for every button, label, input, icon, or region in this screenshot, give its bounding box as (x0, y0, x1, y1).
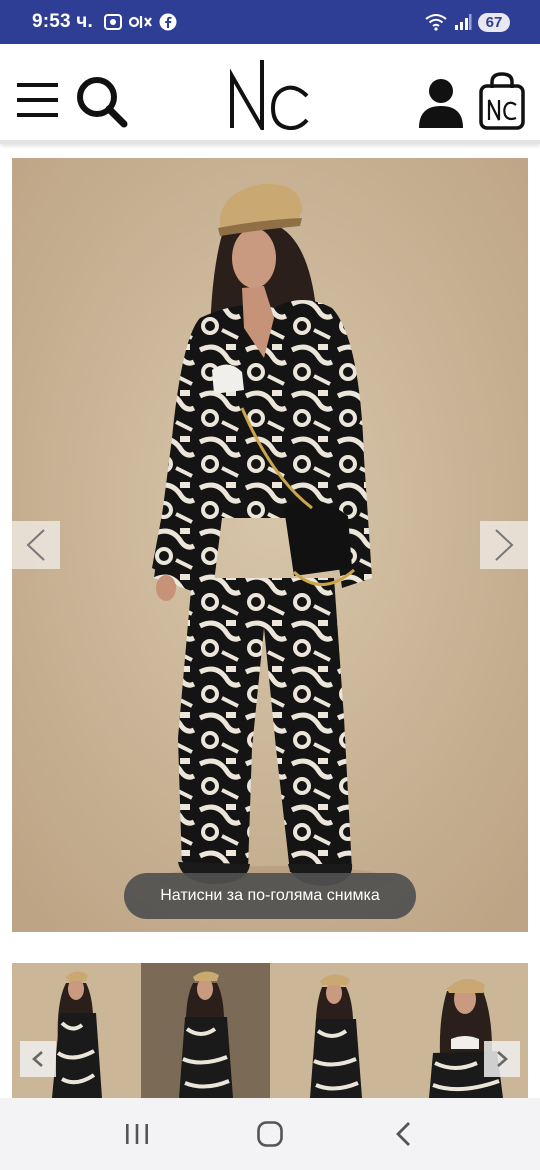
gallery-prev-button[interactable] (12, 521, 60, 569)
thumbnail-photo (399, 963, 528, 1098)
account-button[interactable] (418, 78, 464, 133)
thumbnail-photo (270, 963, 399, 1098)
chevron-left-icon (32, 1051, 43, 1067)
recent-apps-button[interactable] (107, 1109, 167, 1159)
nc-logo-icon: NC (230, 60, 309, 136)
signal-icon (455, 14, 472, 30)
shopping-bag-icon (479, 72, 525, 130)
user-icon (419, 79, 463, 128)
chevron-right-icon (495, 529, 514, 561)
cart-button[interactable]: NC (478, 72, 526, 135)
search-button[interactable] (74, 74, 130, 135)
status-notification-icons (103, 12, 177, 32)
menu-button[interactable] (16, 80, 60, 125)
chevron-left-icon (26, 529, 45, 561)
hamburger-menu-icon (17, 83, 58, 117)
product-image-main[interactable]: Натисни за по-голяма снимка (12, 158, 528, 932)
thumbnail-next-button[interactable] (484, 1041, 520, 1077)
back-icon (396, 1122, 411, 1146)
gallery-next-button[interactable] (480, 521, 528, 569)
thumbnail-1[interactable] (12, 963, 141, 1098)
back-button[interactable] (373, 1109, 433, 1159)
system-navigation-bar (0, 1098, 540, 1170)
olx-icon (129, 16, 152, 28)
thumbnail-strip (12, 963, 528, 1098)
thumbnail-photo (12, 963, 141, 1098)
thumbnail-3[interactable] (270, 963, 399, 1098)
thumbnail-2[interactable] (141, 963, 270, 1098)
logo-text: NC (249, 97, 251, 99)
search-icon (77, 77, 128, 128)
recent-apps-icon (125, 1124, 148, 1144)
zoom-hint-toast[interactable]: Натисни за по-голяма снимка (124, 873, 416, 919)
status-time: 9:53 ч. (32, 11, 94, 32)
screenshot-icon (104, 14, 123, 30)
home-icon (257, 1121, 283, 1147)
battery-indicator: 67 (478, 12, 510, 32)
wifi-icon (425, 14, 447, 31)
home-button[interactable] (240, 1109, 300, 1159)
thumbnail-prev-button[interactable] (20, 1041, 56, 1077)
chevron-right-icon (497, 1051, 508, 1067)
thumbnail-4[interactable] (399, 963, 528, 1098)
status-bar: 9:53 ч. 67 (0, 0, 540, 44)
site-header: NC NC (0, 44, 540, 144)
site-logo[interactable]: NC (229, 58, 311, 136)
facebook-icon (159, 13, 177, 31)
product-photo (12, 158, 528, 932)
thumbnail-photo (141, 963, 270, 1098)
